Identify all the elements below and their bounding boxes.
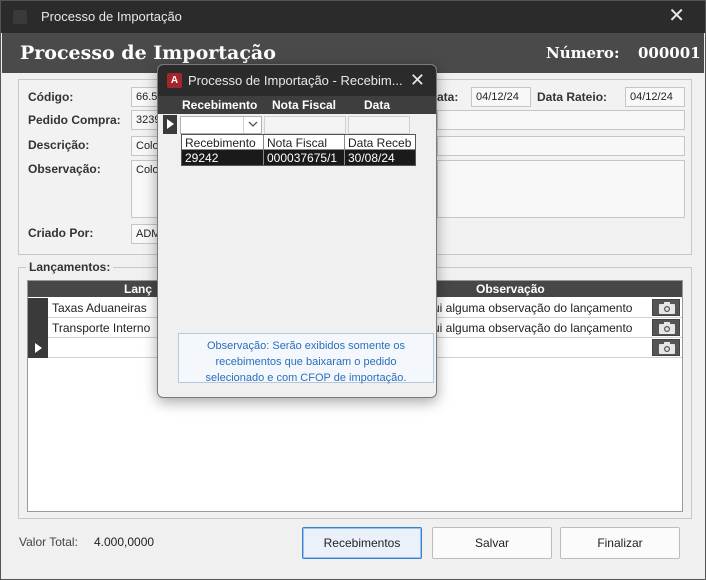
popup-grid-header: Recebimento Nota Fiscal Data [158, 96, 436, 114]
camera-icon [659, 302, 675, 314]
dropdown-header: Recebimento Nota Fiscal Data Receb [182, 135, 415, 150]
row-lancamento: Transporte Interno [52, 321, 151, 335]
data-rateio-label: Data Rateio: [537, 90, 608, 104]
recebimentos-popup: A Processo de Importação - Recebim... ✕ … [157, 64, 437, 398]
row-pointer-icon [35, 343, 42, 353]
finalizar-button[interactable]: Finalizar [560, 527, 680, 559]
column-divider [263, 135, 264, 165]
dropdown-col-data: Data Receb [348, 136, 412, 150]
pedido-extra-field [437, 110, 685, 130]
close-icon[interactable]: ✕ [668, 5, 685, 27]
camera-button[interactable] [652, 339, 680, 356]
valor-total-value: 4.000,0000 [94, 535, 155, 549]
camera-button[interactable] [652, 319, 680, 336]
data-rateio-field[interactable]: 04/12/24 [625, 87, 685, 107]
dropdown-col-nota: Nota Fiscal [267, 136, 328, 150]
page-title: Processo de Importação [20, 42, 276, 64]
row-selector[interactable] [28, 338, 48, 358]
option-recebimento: 29242 [185, 151, 219, 165]
window-title: Processo de Importação [41, 9, 182, 24]
pedido-label: Pedido Compra: [28, 113, 121, 127]
numero-label: Número: [546, 44, 620, 62]
popup-col-recebimento[interactable]: Recebimento [182, 98, 257, 112]
popup-title: Processo de Importação - Recebim... [188, 73, 403, 88]
row-lancamento: Taxas Aduaneiras [52, 301, 147, 315]
camera-button[interactable] [652, 299, 680, 316]
popup-col-data[interactable]: Data [364, 98, 390, 112]
data-field [348, 116, 410, 134]
recebimento-combo[interactable] [180, 116, 262, 134]
col-lancamento[interactable]: Lanç [124, 282, 152, 296]
data-label: ata: [437, 90, 459, 104]
option-nota: 000037675/1 [267, 151, 338, 165]
descricao-label: Descrição: [28, 138, 90, 152]
nota-fiscal-field [264, 116, 346, 134]
data-field[interactable]: 04/12/24 [471, 87, 531, 107]
camera-icon [659, 322, 675, 334]
app-icon [13, 10, 27, 24]
row-selector[interactable] [28, 298, 48, 318]
recebimentos-button[interactable]: Recebimentos [302, 527, 422, 559]
dropdown-option[interactable]: 29242 000037675/1 30/08/24 [182, 150, 415, 165]
access-icon: A [167, 73, 182, 88]
col-observacao[interactable]: Observação [476, 282, 545, 296]
observacao-extra-field [437, 160, 685, 218]
chevron-down-icon [248, 121, 258, 127]
popup-title-bar: A Processo de Importação - Recebim... ✕ [158, 65, 436, 96]
row-selector[interactable] [28, 318, 48, 338]
row-observacao: ui alguma observação do lançamento [433, 321, 633, 335]
row-observacao: ui alguma observação do lançamento [433, 301, 633, 315]
column-divider [344, 135, 345, 165]
observacao-label: Observação: [28, 162, 101, 176]
row-pointer-icon [167, 119, 174, 129]
dropdown-col-recebimento: Recebimento [185, 136, 256, 150]
popup-close-icon[interactable]: ✕ [410, 69, 425, 91]
criado-label: Criado Por: [28, 226, 94, 240]
option-data: 30/08/24 [348, 151, 395, 165]
camera-icon [659, 342, 675, 354]
popup-col-nota[interactable]: Nota Fiscal [272, 98, 336, 112]
numero-value: 000001 [638, 44, 701, 62]
combo-dropdown-button[interactable] [243, 117, 261, 133]
recebimento-dropdown-list[interactable]: Recebimento Nota Fiscal Data Receb 29242… [181, 134, 416, 166]
popup-note: Observação: Serão exibidos somente os re… [178, 333, 434, 384]
salvar-button[interactable]: Salvar [432, 527, 552, 559]
descricao-extra-field [437, 136, 685, 156]
popup-row-selector[interactable] [163, 115, 177, 134]
codigo-label: Código: [28, 90, 74, 104]
title-bar: Processo de Importação ✕ [1, 1, 705, 33]
valor-total-label: Valor Total: [19, 535, 78, 549]
lancamentos-legend: Lançamentos: [26, 260, 114, 274]
